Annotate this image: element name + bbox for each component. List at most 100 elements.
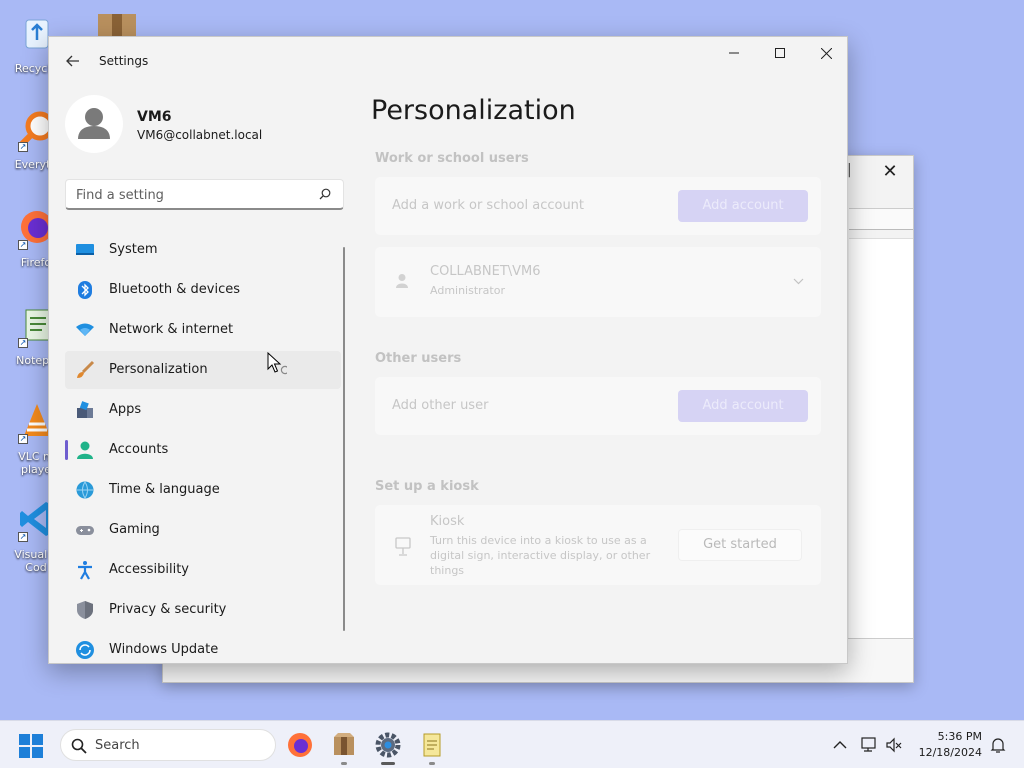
minimize-icon	[729, 52, 739, 54]
wifi-icon	[76, 323, 94, 336]
section-heading-work-school: Work or school users	[375, 151, 529, 166]
sidebar-item-network[interactable]: Network & internet	[65, 311, 341, 349]
sidebar-item-bluetooth[interactable]: Bluetooth & devices	[65, 271, 341, 309]
taskbar-search[interactable]: Search	[60, 729, 276, 761]
chevron-down-icon[interactable]	[793, 278, 804, 285]
sidebar-item-label: System	[109, 242, 158, 257]
background-window-toolbar	[849, 208, 913, 230]
maximize-button[interactable]	[757, 37, 803, 69]
profile-email: VM6@collabnet.local	[137, 128, 263, 142]
sidebar-item-label: Apps	[109, 402, 142, 417]
chevron-up-icon[interactable]	[830, 735, 850, 755]
get-started-button[interactable]: Get started	[678, 529, 802, 561]
sidebar-item-system[interactable]: System	[65, 231, 341, 269]
taskbar-app-settings[interactable]	[374, 731, 402, 765]
shortcut-arrow-icon: ↗	[18, 240, 28, 250]
avatar	[65, 95, 123, 153]
sidebar-item-time-language[interactable]: Time & language	[65, 471, 341, 509]
close-icon	[820, 47, 832, 59]
work-user-name: COLLABNET\VM6	[430, 264, 541, 279]
page-title: Personalization	[371, 95, 576, 126]
kiosk-title: Kiosk	[430, 514, 465, 529]
running-indicator	[429, 762, 435, 765]
background-window-close-button[interactable]: ✕	[875, 160, 905, 184]
taskbar-search-label: Search	[95, 738, 140, 753]
profile-name: VM6	[137, 109, 172, 125]
sidebar-item-label: Gaming	[109, 522, 160, 537]
sidebar-item-label: Windows Update	[109, 642, 219, 657]
running-indicator	[341, 762, 347, 765]
sidebar-item-accessibility[interactable]: Accessibility	[65, 551, 341, 589]
sidebar-item-windows-update[interactable]: Windows Update	[65, 631, 341, 663]
gear-icon	[375, 732, 401, 758]
sidebar-item-apps[interactable]: Apps	[65, 391, 341, 429]
package-icon	[98, 14, 136, 36]
sidebar-item-label: Time & language	[109, 482, 220, 497]
sidebar-item-label: Bluetooth & devices	[109, 282, 240, 297]
shortcut-arrow-icon: ↗	[18, 338, 28, 348]
taskbar: Search 5:36 PM 12/18/2024	[0, 720, 1024, 768]
add-other-user-button[interactable]: Add account	[678, 390, 808, 422]
taskbar-app-firefox[interactable]	[286, 731, 314, 759]
work-user-card[interactable]: COLLABNET\VM6 Administrator	[375, 247, 821, 317]
user-icon	[396, 274, 408, 288]
user-profile[interactable]: VM6 VM6@collabnet.local	[65, 95, 355, 155]
settings-window[interactable]: Settings VM6 VM6@collabnet.local Find a …	[48, 36, 848, 664]
maximize-icon	[775, 48, 785, 58]
add-work-account-text: Add a work or school account	[392, 198, 585, 213]
sidebar-item-label: Personalization	[109, 362, 208, 377]
network-display-icon[interactable]	[860, 735, 880, 755]
sidebar-item-personalization[interactable]: Personalization	[65, 351, 341, 389]
find-setting-search[interactable]	[65, 179, 344, 210]
title-bar[interactable]: Settings	[49, 37, 847, 85]
volume-muted-icon[interactable]	[884, 735, 904, 755]
add-work-account-button[interactable]: Add account	[678, 190, 808, 222]
accounts-icon	[77, 441, 93, 459]
mouse-cursor-icon	[267, 352, 287, 375]
windows-start-icon[interactable]	[18, 733, 44, 759]
kiosk-icon	[395, 537, 411, 556]
clock-time: 5:36 PM	[937, 730, 982, 743]
system-monitor-icon	[76, 244, 94, 255]
firefox-icon	[288, 733, 312, 757]
shortcut-arrow-icon: ↗	[18, 434, 28, 444]
sidebar-item-accounts[interactable]: Accounts	[65, 431, 341, 469]
search-icon	[71, 738, 87, 754]
background-window-content	[849, 238, 913, 640]
paintbrush-icon	[77, 360, 95, 378]
sidebar-item-label: Network & internet	[109, 322, 234, 337]
settings-nav: System Bluetooth & devices Network & int…	[65, 231, 341, 663]
notification-bell-icon[interactable]	[988, 735, 1008, 755]
shortcut-arrow-icon: ↗	[18, 532, 28, 542]
update-icon	[76, 641, 94, 659]
user-avatar-icon	[78, 108, 110, 139]
package-icon	[334, 733, 354, 755]
section-heading-kiosk: Set up a kiosk	[375, 479, 479, 494]
search-icon	[319, 188, 331, 200]
back-button[interactable]	[61, 49, 85, 73]
sidebar-item-gaming[interactable]: Gaming	[65, 511, 341, 549]
search-input[interactable]	[76, 186, 306, 204]
notepad-icon	[423, 733, 441, 757]
gamepad-icon	[76, 526, 94, 535]
kiosk-card: Kiosk Turn this device into a kiosk to u…	[375, 505, 821, 585]
close-button[interactable]	[803, 37, 847, 69]
add-other-user-card: Add other user Add account	[375, 377, 821, 435]
add-work-account-card: Add a work or school account Add account	[375, 177, 821, 235]
taskbar-app-notepad[interactable]	[418, 731, 446, 765]
shortcut-arrow-icon: ↗	[18, 142, 28, 152]
nav-scrollbar[interactable]	[343, 247, 345, 631]
arrow-left-icon	[66, 55, 79, 67]
section-heading-other-users: Other users	[375, 351, 462, 366]
shield-icon	[77, 601, 93, 619]
taskbar-clock[interactable]: 5:36 PM 12/18/2024	[912, 729, 982, 761]
desktop-icon-package[interactable]	[96, 10, 138, 36]
minimize-button[interactable]	[711, 37, 757, 69]
taskbar-app-package[interactable]	[330, 731, 358, 765]
add-other-user-text: Add other user	[392, 398, 489, 413]
sidebar-item-privacy-security[interactable]: Privacy & security	[65, 591, 341, 629]
sidebar-item-label: Accounts	[109, 442, 169, 457]
sidebar-item-label: Privacy & security	[109, 602, 227, 617]
work-user-role: Administrator	[430, 284, 505, 297]
kiosk-description: Turn this device into a kiosk to use as …	[430, 534, 651, 577]
